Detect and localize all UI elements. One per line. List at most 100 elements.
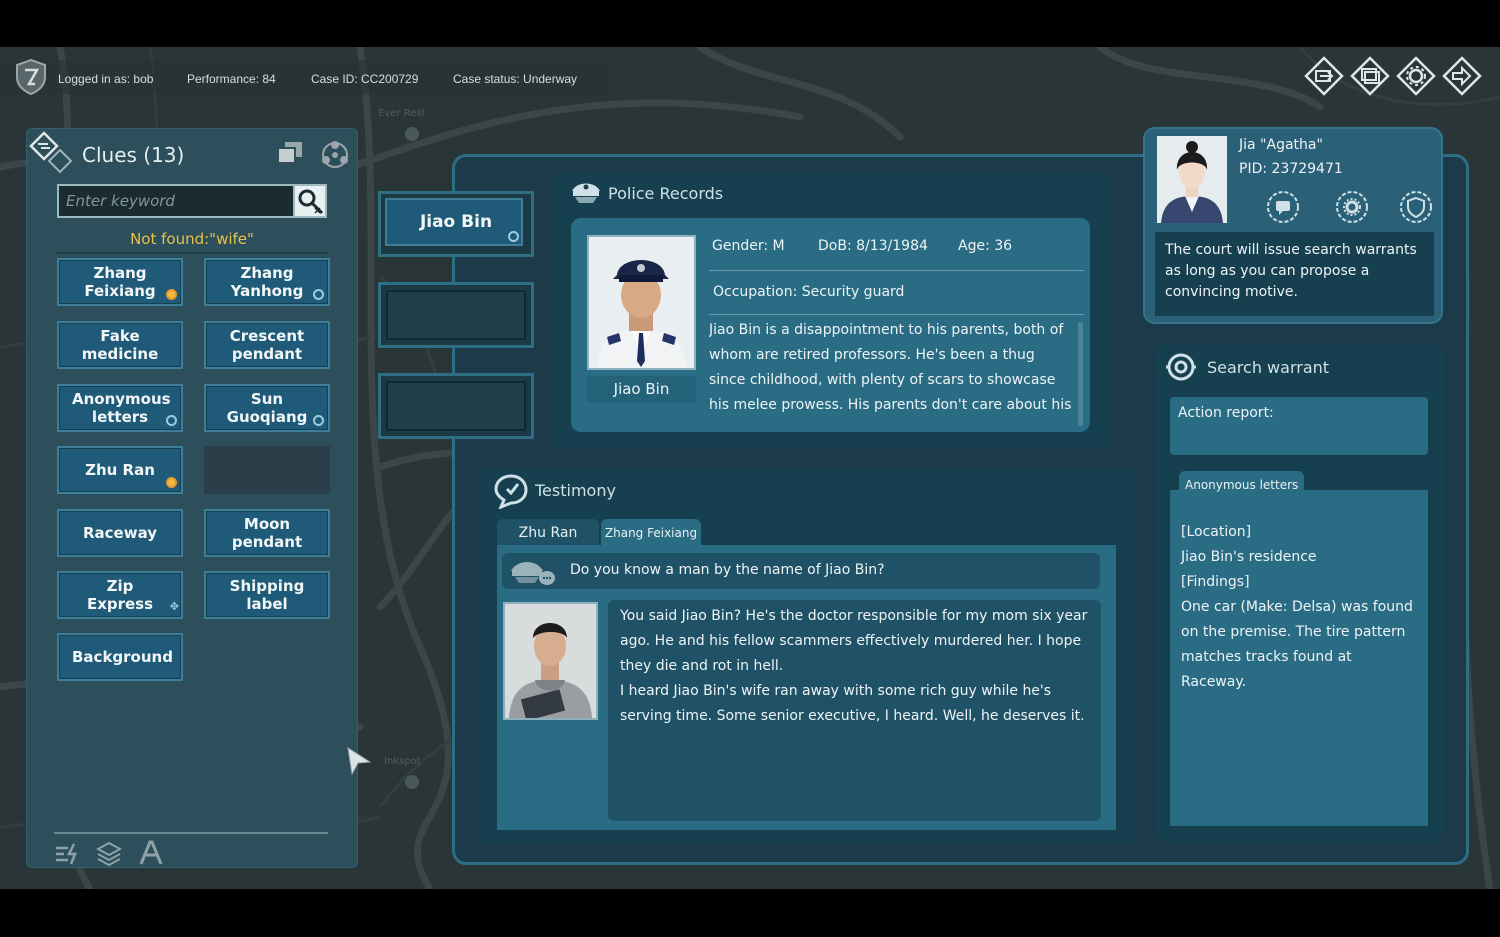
clue-sun-guoqiang[interactable]: Sun Guoqiang bbox=[204, 384, 330, 432]
divider bbox=[709, 270, 1084, 271]
move-icon: ✥ bbox=[169, 600, 179, 613]
keyword-search-input[interactable] bbox=[57, 184, 295, 218]
clue-badge bbox=[313, 415, 324, 426]
partner-pid: PID: 23729471 bbox=[1239, 161, 1343, 177]
settings-icon bbox=[1396, 56, 1436, 96]
top-toolbar bbox=[1304, 56, 1482, 96]
clues-count: (13) bbox=[143, 143, 185, 167]
clue-background[interactable]: Background bbox=[57, 633, 183, 681]
clue-label: Background bbox=[72, 648, 173, 666]
clue-label: Sun Guoqiang bbox=[226, 390, 308, 426]
letterbox-top bbox=[0, 0, 1500, 47]
window-button[interactable] bbox=[1350, 56, 1390, 96]
copy-icon[interactable] bbox=[276, 140, 304, 166]
performance-score: Performance: 84 bbox=[187, 72, 276, 86]
police-cap-icon bbox=[569, 179, 603, 205]
network-icon[interactable] bbox=[320, 140, 350, 170]
clue-zhang-feixiang[interactable]: Zhang Feixiang bbox=[57, 258, 183, 306]
badge-button[interactable] bbox=[1399, 190, 1433, 224]
clue-label: Moon pendant bbox=[231, 515, 303, 551]
police-records-title: Police Records bbox=[608, 184, 724, 203]
clue-badge bbox=[166, 477, 177, 488]
clue-badge bbox=[166, 289, 177, 300]
partner-message: The court will issue search warrants as … bbox=[1155, 232, 1434, 316]
case-id: Case ID: CC200729 bbox=[311, 72, 419, 86]
clue-zip-express[interactable]: Zip Express ✥ bbox=[57, 571, 183, 619]
clue-badge bbox=[166, 415, 177, 426]
clue-anonymous-letters[interactable]: Anonymous letters bbox=[57, 384, 183, 432]
speech-bubble-icon bbox=[493, 473, 529, 510]
clue-badge bbox=[313, 289, 324, 300]
partner-name: Jia "Agatha" bbox=[1239, 137, 1323, 153]
exit-button[interactable] bbox=[1442, 56, 1482, 96]
clue-crescent-pendant[interactable]: Crescent pendant bbox=[204, 321, 330, 369]
target-icon bbox=[1165, 351, 1197, 383]
testimony-title: Testimony bbox=[535, 481, 616, 500]
clue-zhang-yanhong[interactable]: Zhang Yanhong bbox=[204, 258, 330, 306]
warrant-tab-anonymous-letters[interactable]: Anonymous letters bbox=[1179, 471, 1305, 500]
answer-paragraph: You said Jiao Bin? He's the doctor respo… bbox=[620, 608, 1088, 674]
partner-photo bbox=[1157, 136, 1227, 223]
clue-label: Zhu Ran bbox=[85, 461, 155, 479]
dob-field: DoB: 8/13/1984 bbox=[818, 238, 928, 254]
letterbox-bottom bbox=[0, 889, 1500, 937]
clue-label: Anonymous letters bbox=[72, 390, 171, 426]
suspect-tab-2[interactable] bbox=[378, 282, 534, 348]
chat-button[interactable] bbox=[1266, 190, 1300, 224]
action-report-label: Action report: bbox=[1178, 405, 1274, 421]
clue-fake-medicine[interactable]: Fake medicine bbox=[57, 321, 183, 369]
clues-diamond-icon bbox=[28, 130, 74, 176]
suspect-tab-label: Jiao Bin bbox=[419, 212, 493, 232]
clue-label: Zhang Feixiang bbox=[84, 264, 156, 300]
search-icon bbox=[298, 189, 324, 215]
map-label-bottom: Inkspot bbox=[384, 756, 421, 767]
occupation-field: Occupation: Security guard bbox=[713, 284, 905, 300]
age-field: Age: 36 bbox=[958, 238, 1013, 254]
map-label-top: Ever Rest bbox=[378, 108, 426, 119]
clue-raceway[interactable]: Raceway bbox=[57, 509, 183, 557]
suspect-tab-3[interactable] bbox=[378, 373, 534, 439]
police-badge-icon bbox=[1400, 191, 1432, 223]
export-button[interactable] bbox=[1304, 56, 1344, 96]
warrant-findings: [Location] Jiao Bin's residence [Finding… bbox=[1181, 524, 1413, 690]
clue-shipping-label[interactable]: Shipping label bbox=[204, 571, 330, 619]
window-icon bbox=[1350, 56, 1390, 96]
sort-icon[interactable] bbox=[54, 840, 80, 866]
clue-moon-pendant[interactable]: Moon pendant bbox=[204, 509, 330, 557]
clue-label: Zhang Yanhong bbox=[230, 264, 304, 300]
divider bbox=[709, 314, 1084, 315]
clue-label: Fake medicine bbox=[81, 327, 159, 363]
suspect-photo-name: Jiao Bin bbox=[587, 376, 696, 402]
gear-icon bbox=[1336, 191, 1368, 223]
layers-icon[interactable] bbox=[95, 840, 123, 867]
search-warrant-title: Search warrant bbox=[1207, 358, 1330, 377]
clue-label: Raceway bbox=[82, 524, 158, 542]
gender-field: Gender: M bbox=[712, 238, 785, 254]
case-status: Case status: Underway bbox=[453, 72, 578, 86]
chat-icon bbox=[1267, 191, 1299, 223]
divider bbox=[56, 252, 328, 254]
clue-zhu-ran[interactable]: Zhu Ran bbox=[57, 446, 183, 494]
gear-button[interactable] bbox=[1335, 190, 1369, 224]
answer-paragraph: I heard Jiao Bin's wife ran away with so… bbox=[620, 683, 1085, 724]
search-button[interactable] bbox=[293, 184, 327, 218]
font-icon[interactable] bbox=[138, 840, 164, 866]
search-result-message: Not found:"wife" bbox=[130, 230, 254, 248]
description-scrollbar[interactable] bbox=[1078, 322, 1083, 426]
answer-text: You said Jiao Bin? He's the doctor respo… bbox=[620, 604, 1092, 729]
suspect-photo bbox=[587, 235, 696, 370]
mouse-cursor-icon bbox=[346, 746, 372, 776]
logged-in-user: Logged in as: bob bbox=[58, 72, 154, 86]
new-info-badge bbox=[508, 231, 519, 242]
export-icon bbox=[1304, 56, 1344, 96]
settings-button[interactable] bbox=[1396, 56, 1436, 96]
clues-title: Clues (13) bbox=[82, 143, 185, 167]
clue-empty bbox=[204, 446, 330, 494]
suspect-description: Jiao Bin is a disappointment to his pare… bbox=[709, 322, 1072, 413]
testimony-tab-zhu-ran[interactable]: Zhu Ran bbox=[497, 519, 599, 547]
suspect-tab-1[interactable]: Jiao Bin bbox=[378, 191, 534, 257]
clue-label: Shipping label bbox=[229, 577, 305, 613]
testimony-tab-zhang-feixiang[interactable]: Zhang Feixiang bbox=[601, 519, 701, 547]
police-officer-icon bbox=[507, 557, 555, 587]
clue-label: Crescent pendant bbox=[229, 327, 305, 363]
